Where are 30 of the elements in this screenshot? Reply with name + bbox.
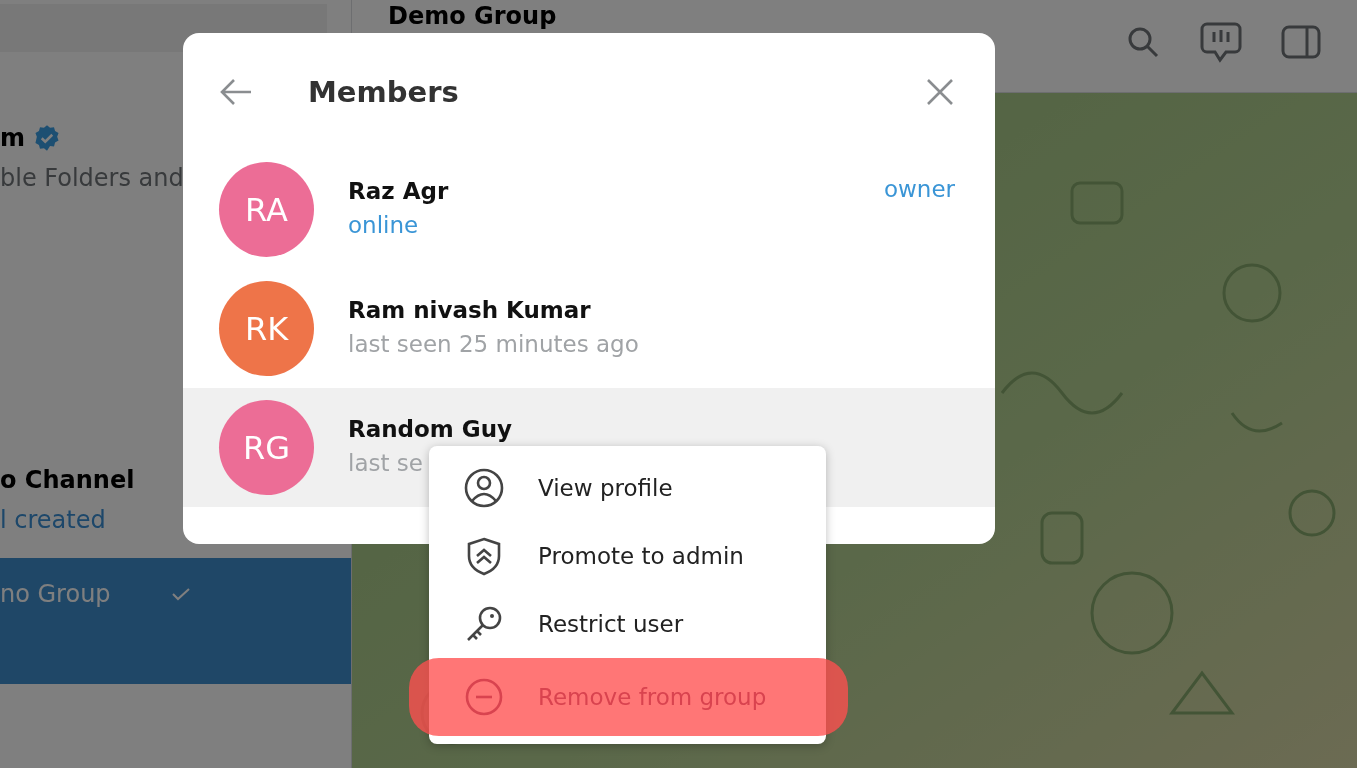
sidebar-toggle-icon[interactable]: [1281, 24, 1321, 60]
chat-bubble-icon[interactable]: [1199, 20, 1243, 64]
member-name: Random Guy: [348, 415, 513, 442]
close-icon[interactable]: [925, 76, 955, 107]
member-status: last seen 25 minutes ago: [348, 330, 639, 357]
menu-item[interactable]: View profile: [429, 454, 826, 522]
chat-preview: ble Folders and: [0, 164, 185, 192]
minus-circle-icon: [464, 677, 504, 717]
member-name: Ram nivash Kumar: [348, 296, 591, 323]
check-icon: [170, 587, 191, 601]
member-row[interactable]: RA Raz Agr online owner: [183, 150, 995, 269]
menu-item[interactable]: Promote to admin: [429, 522, 826, 590]
user-circle-icon: [464, 468, 504, 508]
member-role: owner: [883, 176, 955, 202]
chat-title: Demo Group: [388, 2, 557, 30]
chat-preview: l created: [0, 506, 107, 534]
menu-item[interactable]: Restrict user: [429, 590, 826, 658]
avatar: RG: [219, 400, 314, 495]
chat-name: m: [0, 124, 25, 152]
member-name: Raz Agr: [348, 177, 449, 204]
verified-icon: [33, 124, 61, 152]
avatar: RA: [219, 162, 314, 257]
avatar: RK: [219, 281, 314, 376]
chat-name: no Group: [0, 580, 111, 608]
member-row[interactable]: RK Ram nivash Kumar last seen 25 minutes ago: [183, 269, 995, 388]
chat-name: o Channel: [0, 466, 135, 494]
member-status: last se: [348, 449, 423, 476]
dialog-title: Members: [308, 74, 460, 109]
back-arrow-icon[interactable]: [219, 76, 253, 107]
member-status: online: [348, 211, 419, 238]
